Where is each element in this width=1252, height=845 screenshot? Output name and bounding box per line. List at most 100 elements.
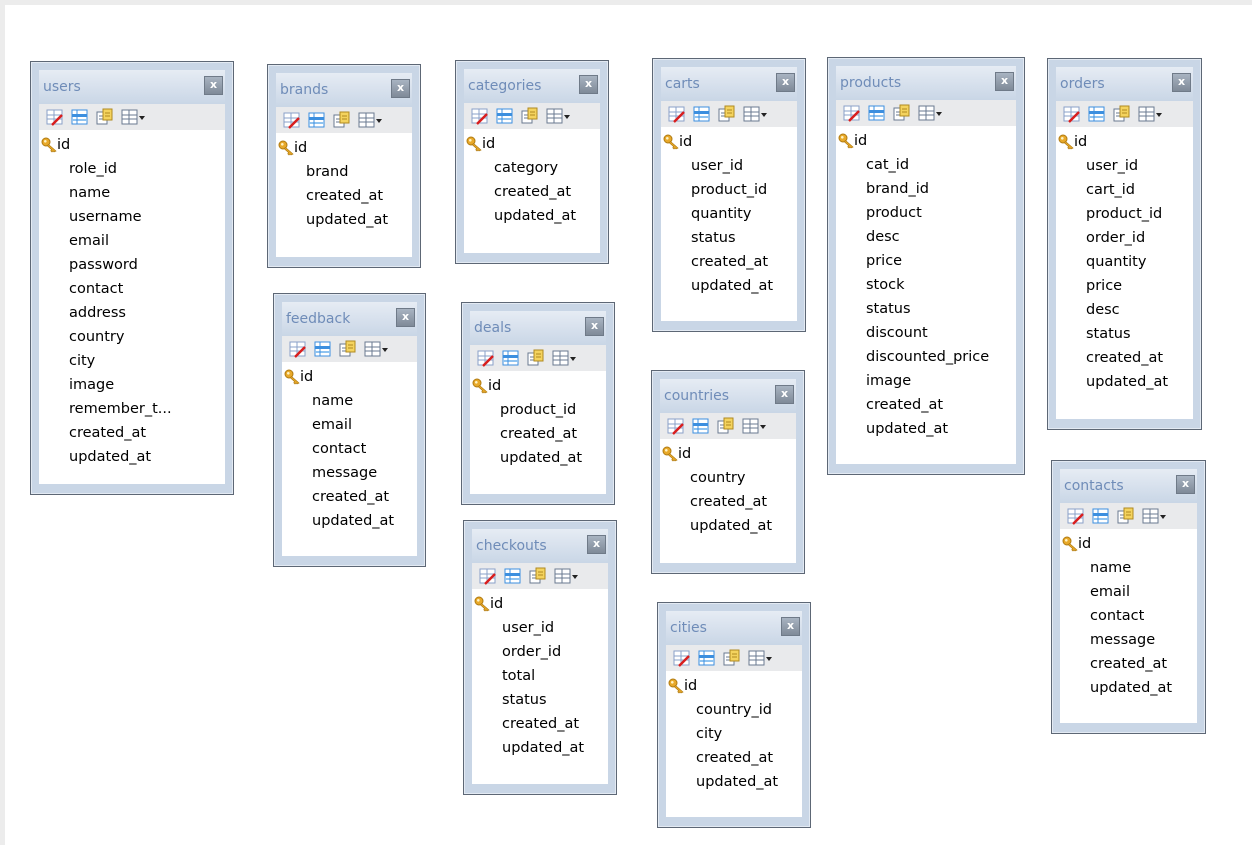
column-item[interactable]: contact — [1060, 604, 1197, 628]
column-item[interactable]: user_id — [472, 616, 608, 640]
table-rows-icon[interactable] — [307, 110, 327, 130]
table-categories[interactable]: categories x id category created_at updated_a… — [455, 60, 609, 264]
column-item[interactable]: updated_at — [282, 509, 417, 533]
column-item[interactable]: updated_at — [472, 736, 608, 760]
column-item[interactable]: status — [472, 688, 608, 712]
column-item[interactable]: created_at — [470, 422, 606, 446]
copy-table-icon[interactable] — [95, 107, 115, 127]
column-item[interactable]: quantity — [1056, 250, 1193, 274]
column-item[interactable]: email — [282, 413, 417, 437]
table-menu-icon[interactable] — [545, 106, 571, 126]
column-item[interactable]: user_id — [1056, 154, 1193, 178]
edit-table-icon[interactable] — [1062, 104, 1082, 124]
table-header[interactable]: cities x — [666, 611, 802, 645]
table-header[interactable]: contacts x — [1060, 469, 1197, 503]
table-rows-icon[interactable] — [501, 348, 521, 368]
primary-key-column[interactable]: id — [470, 374, 606, 398]
primary-key-column[interactable]: id — [464, 132, 600, 156]
column-item[interactable]: country_id — [666, 698, 802, 722]
table-cities[interactable]: cities x id country_id city created_at updated… — [657, 602, 811, 828]
table-rows-icon[interactable] — [495, 106, 515, 126]
table-menu-icon[interactable] — [747, 648, 773, 668]
primary-key-column[interactable]: id — [39, 133, 225, 157]
column-item[interactable]: discount — [836, 321, 1016, 345]
copy-table-icon[interactable] — [892, 103, 912, 123]
table-menu-icon[interactable] — [1137, 104, 1163, 124]
column-item[interactable]: message — [282, 461, 417, 485]
edit-table-icon[interactable] — [672, 648, 692, 668]
column-item[interactable]: image — [836, 369, 1016, 393]
column-item[interactable]: password — [39, 253, 225, 277]
column-item[interactable]: created_at — [836, 393, 1016, 417]
copy-table-icon[interactable] — [526, 348, 546, 368]
column-item[interactable]: desc — [836, 225, 1016, 249]
copy-table-icon[interactable] — [332, 110, 352, 130]
table-header[interactable]: brands x — [276, 73, 412, 107]
table-header[interactable]: deals x — [470, 311, 606, 345]
column-item[interactable]: address — [39, 301, 225, 325]
column-item[interactable]: username — [39, 205, 225, 229]
copy-table-icon[interactable] — [1116, 506, 1136, 526]
table-rows-icon[interactable] — [691, 416, 711, 436]
table-countries[interactable]: countries x id country created_at updated_at — [651, 370, 805, 574]
copy-table-icon[interactable] — [1112, 104, 1132, 124]
edit-table-icon[interactable] — [476, 348, 496, 368]
close-icon[interactable]: x — [781, 617, 800, 636]
column-item[interactable]: category — [464, 156, 600, 180]
primary-key-column[interactable]: id — [836, 129, 1016, 153]
column-item[interactable]: city — [666, 722, 802, 746]
table-menu-icon[interactable] — [917, 103, 943, 123]
table-menu-icon[interactable] — [741, 416, 767, 436]
column-item[interactable]: quantity — [661, 202, 797, 226]
edit-table-icon[interactable] — [1066, 506, 1086, 526]
column-item[interactable]: discounted_price — [836, 345, 1016, 369]
close-icon[interactable]: x — [587, 535, 606, 554]
column-item[interactable]: updated_at — [39, 445, 225, 469]
edit-table-icon[interactable] — [842, 103, 862, 123]
column-item[interactable]: name — [1060, 556, 1197, 580]
table-menu-icon[interactable] — [1141, 506, 1167, 526]
table-feedback[interactable]: feedback x id name email contact message create… — [273, 293, 426, 567]
edit-table-icon[interactable] — [667, 104, 687, 124]
edit-table-icon[interactable] — [470, 106, 490, 126]
table-header[interactable]: carts x — [661, 67, 797, 101]
copy-table-icon[interactable] — [338, 339, 358, 359]
table-menu-icon[interactable] — [742, 104, 768, 124]
column-item[interactable]: order_id — [1056, 226, 1193, 250]
table-rows-icon[interactable] — [1087, 104, 1107, 124]
column-item[interactable]: role_id — [39, 157, 225, 181]
column-item[interactable]: contact — [282, 437, 417, 461]
table-menu-icon[interactable] — [551, 348, 577, 368]
primary-key-column[interactable]: id — [1056, 130, 1193, 154]
column-item[interactable]: updated_at — [660, 514, 796, 538]
column-item[interactable]: image — [39, 373, 225, 397]
column-item[interactable]: email — [39, 229, 225, 253]
column-item[interactable]: name — [282, 389, 417, 413]
column-item[interactable]: updated_at — [470, 446, 606, 470]
copy-table-icon[interactable] — [528, 566, 548, 586]
edit-table-icon[interactable] — [288, 339, 308, 359]
column-item[interactable]: status — [1056, 322, 1193, 346]
column-item[interactable]: brand_id — [836, 177, 1016, 201]
column-item[interactable]: created_at — [661, 250, 797, 274]
column-item[interactable]: product_id — [1056, 202, 1193, 226]
column-item[interactable]: email — [1060, 580, 1197, 604]
edit-table-icon[interactable] — [45, 107, 65, 127]
close-icon[interactable]: x — [579, 75, 598, 94]
table-header[interactable]: feedback x — [282, 302, 417, 336]
primary-key-column[interactable]: id — [661, 130, 797, 154]
column-item[interactable]: country — [660, 466, 796, 490]
primary-key-column[interactable]: id — [276, 136, 412, 160]
column-item[interactable]: cart_id — [1056, 178, 1193, 202]
primary-key-column[interactable]: id — [472, 592, 608, 616]
table-brands[interactable]: brands x id brand created_at updated_at — [267, 64, 421, 268]
column-item[interactable]: status — [836, 297, 1016, 321]
table-header[interactable]: products x — [836, 66, 1016, 100]
column-item[interactable]: name — [39, 181, 225, 205]
table-contacts[interactable]: contacts x id name email contact message create… — [1051, 460, 1206, 734]
table-menu-icon[interactable] — [553, 566, 579, 586]
table-rows-icon[interactable] — [313, 339, 333, 359]
close-icon[interactable]: x — [775, 385, 794, 404]
column-item[interactable]: user_id — [661, 154, 797, 178]
close-icon[interactable]: x — [995, 72, 1014, 91]
